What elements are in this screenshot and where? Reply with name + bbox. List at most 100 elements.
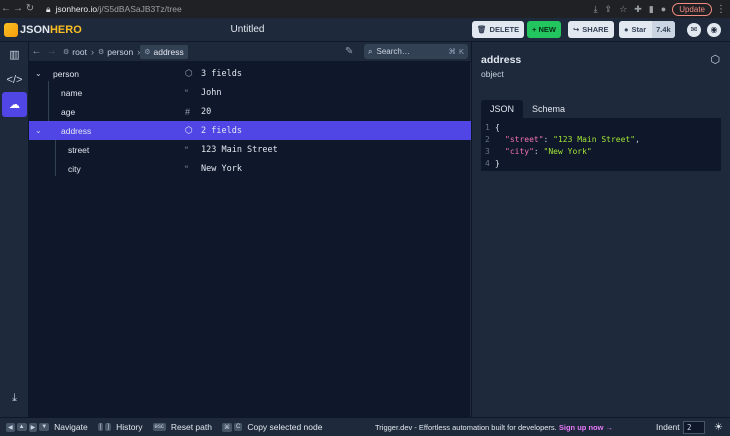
promo-banner[interactable]: Trigger.dev - Effortless automation buil…	[375, 423, 613, 432]
logo-mark-icon	[4, 22, 18, 37]
code-brace: }	[495, 158, 500, 168]
share-arrow-icon: ↪	[573, 25, 580, 34]
footer-bar: ◀ ▲ ▶ ▼ Navigate [] History esc Reset path …	[0, 417, 730, 436]
tree-row-address[interactable]: ⌄ address ⬡ 2 fields	[29, 121, 471, 140]
logo[interactable]: JSONHERO	[4, 22, 104, 37]
c-key-icon: C	[233, 423, 243, 431]
tree-row-age[interactable]: age # 20	[29, 102, 471, 121]
history-label: History	[116, 422, 143, 432]
lock-icon: 🔒︎	[46, 3, 51, 14]
forward-arrow-icon[interactable]: →	[44, 46, 59, 57]
tree-value: 20	[201, 106, 212, 117]
tree-row-street[interactable]: street “ 123 Main Street	[29, 140, 471, 159]
node-icon: ⚙	[63, 48, 70, 56]
tree-row-name[interactable]: name “ John	[29, 83, 471, 102]
arrow-left-key-icon: ◀	[6, 422, 15, 432]
back-arrow-icon[interactable]: ←	[29, 46, 44, 57]
chevron-down-icon[interactable]: ⌄	[35, 126, 42, 135]
tree-view-icon[interactable]: ☁	[2, 92, 27, 117]
breadcrumb-label: person	[107, 46, 134, 57]
profile-avatar[interactable]: ●	[661, 4, 666, 14]
github-icon: ●	[624, 25, 629, 34]
new-label: + NEW	[532, 25, 556, 34]
shortcut-k: K	[458, 47, 464, 56]
tree-key: person	[53, 68, 79, 79]
bracket-right-key-icon: ]	[105, 423, 112, 431]
reload-icon[interactable]: ↻	[24, 2, 36, 16]
tree-key: age	[61, 106, 76, 117]
bracket-left-key-icon: [	[97, 423, 104, 431]
browser-toolbar: ← → ↻ 🔒︎ jsonhero.io/j/S5dBASaJB3Tz/tree…	[0, 0, 730, 18]
copy-node-label: Copy selected node	[247, 422, 323, 432]
bookmark-star-icon[interactable]: ☆	[619, 4, 627, 15]
sidebar-icon[interactable]: ▮	[649, 4, 654, 15]
navigate-label: Navigate	[54, 422, 88, 432]
arrow-up-key-icon: ▲	[16, 423, 27, 431]
tree-key: city	[68, 163, 81, 174]
share-button[interactable]: ↪ SHARE	[568, 21, 614, 38]
download-icon[interactable]: ⤓	[594, 4, 598, 15]
tab-json[interactable]: JSON	[481, 100, 524, 118]
columns-view-icon[interactable]: ▥	[0, 42, 29, 67]
new-button[interactable]: + NEW	[527, 21, 561, 38]
download-json-icon[interactable]: ⤓	[0, 386, 29, 411]
copy-shortcut: ⌘ C	[221, 422, 243, 432]
breadcrumb-address[interactable]: ⚙ address	[140, 44, 188, 59]
shortcut-cmd: ⌘	[448, 47, 456, 56]
url-path: /j/S5dBASaJB3Tz/tree	[97, 4, 182, 14]
code-key: "city"	[505, 146, 534, 156]
logo-text-json: JSON	[20, 23, 50, 36]
breadcrumb-person[interactable]: ⚙ person	[94, 45, 137, 59]
esc-key-icon: esc	[152, 423, 166, 431]
extensions-icon[interactable]: ✚	[634, 4, 642, 15]
quote-icon: “	[185, 163, 188, 174]
json-code-block[interactable]: 1{ 2 "street": "123 Main Street", 3 "city"…	[481, 118, 721, 171]
tree-value: John	[201, 87, 222, 98]
tab-schema[interactable]: Schema	[523, 100, 574, 118]
address-bar[interactable]: 🔒︎ jsonhero.io/j/S5dBASaJB3Tz/tree	[46, 4, 594, 15]
discord-icon[interactable]: ◉	[707, 23, 721, 37]
promo-text: Trigger.dev - Effortless automation buil…	[375, 422, 557, 432]
code-brace: {	[495, 122, 500, 132]
quote-icon: “	[185, 144, 188, 155]
forward-icon[interactable]: →	[12, 2, 24, 16]
search-input[interactable]: ⌕ Search… ⌘ K	[364, 44, 468, 59]
arrow-down-key-icon: ▼	[39, 423, 50, 431]
tree-row-city[interactable]: city “ New York	[29, 159, 471, 178]
share-label: SHARE	[582, 25, 609, 34]
github-star-button[interactable]: ● Star 7.4k	[619, 21, 675, 38]
chevron-down-icon[interactable]: ⌄	[35, 69, 42, 78]
back-icon[interactable]: ←	[0, 2, 12, 16]
mail-icon[interactable]: ✉	[687, 23, 701, 37]
tree-view: ⌄ person ⬡ 3 fields name “ John age # 20…	[29, 62, 471, 417]
quote-icon: “	[185, 87, 188, 98]
star-count: 7.4k	[652, 21, 675, 38]
history-shortcut: []	[97, 423, 112, 431]
tree-value: 3 fields	[201, 68, 242, 79]
theme-toggle-icon[interactable]: ☀	[714, 422, 723, 433]
reset-shortcut: esc	[152, 423, 167, 431]
share-icon[interactable]: ⇪	[605, 4, 613, 15]
update-button[interactable]: Update	[672, 2, 712, 16]
promo-link[interactable]: Sign up now →	[559, 423, 613, 432]
star-label: Star	[631, 25, 647, 34]
detail-title: address	[481, 54, 522, 66]
tree-value: New York	[201, 163, 242, 174]
tree-row-person[interactable]: ⌄ person ⬡ 3 fields	[29, 64, 471, 83]
indent-label: Indent	[656, 422, 680, 432]
hash-icon: #	[185, 106, 191, 117]
document-title[interactable]: Untitled	[200, 24, 295, 35]
reset-path-label: Reset path	[170, 422, 212, 432]
code-key: "street"	[505, 134, 544, 144]
edit-icon[interactable]: ✎	[345, 46, 353, 57]
cmd-key-icon: ⌘	[221, 422, 232, 432]
delete-button[interactable]: 🗑︎ DELETE	[472, 21, 525, 38]
delete-label: DELETE	[489, 25, 520, 34]
logo-text-hero: HERO	[49, 23, 82, 36]
breadcrumb-root[interactable]: ⚙ root	[59, 45, 91, 59]
node-icon: ⚙	[97, 48, 105, 56]
indent-input[interactable]	[683, 420, 705, 434]
search-icon: ⌕	[368, 46, 373, 56]
more-menu-icon[interactable]: ⋮	[716, 4, 726, 15]
code-view-icon[interactable]: </>	[0, 67, 29, 92]
